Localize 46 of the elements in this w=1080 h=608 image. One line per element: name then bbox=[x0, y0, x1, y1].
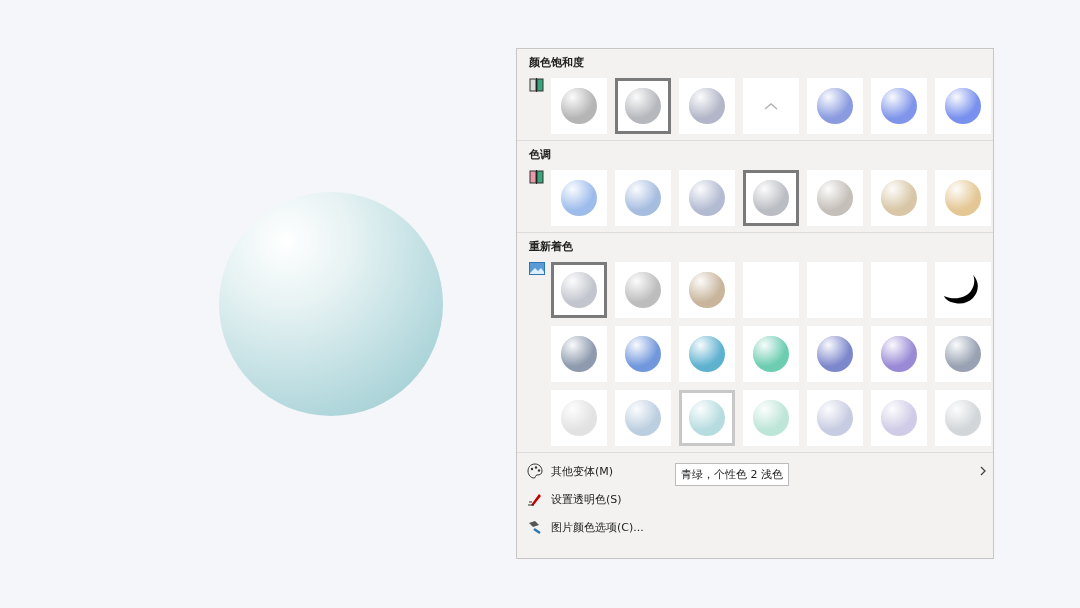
compare-icon bbox=[529, 170, 545, 184]
section-title: 颜色饱和度 bbox=[529, 55, 585, 70]
section-title: 色调 bbox=[529, 147, 552, 162]
color-option[interactable] bbox=[935, 390, 991, 446]
picture-icon bbox=[529, 262, 545, 276]
pen-icon bbox=[527, 491, 543, 507]
color-option[interactable] bbox=[679, 326, 735, 382]
color-option[interactable] bbox=[807, 170, 863, 226]
color-option[interactable] bbox=[615, 170, 671, 226]
color-option[interactable] bbox=[679, 170, 735, 226]
caret-icon bbox=[764, 102, 778, 110]
color-option[interactable] bbox=[615, 78, 671, 134]
color-option[interactable] bbox=[935, 170, 991, 226]
color-option[interactable] bbox=[935, 262, 991, 318]
menu-item[interactable]: 设置透明色(S) bbox=[527, 485, 628, 513]
tooltip: 青绿，个性色 2 浅色 bbox=[675, 463, 789, 486]
color-option[interactable] bbox=[871, 170, 927, 226]
color-option[interactable] bbox=[871, 78, 927, 134]
color-option[interactable] bbox=[807, 326, 863, 382]
color-option[interactable] bbox=[679, 262, 735, 318]
section-title: 重新着色 bbox=[529, 239, 574, 254]
compare-icon bbox=[529, 78, 545, 92]
color-option[interactable] bbox=[743, 326, 799, 382]
color-option[interactable] bbox=[871, 326, 927, 382]
color-option[interactable] bbox=[743, 170, 799, 226]
color-option[interactable] bbox=[871, 390, 927, 446]
color-option[interactable] bbox=[679, 78, 735, 134]
color-option[interactable] bbox=[935, 326, 991, 382]
menu-item[interactable]: 图片颜色选项(C)... bbox=[527, 513, 650, 541]
color-option[interactable] bbox=[551, 170, 607, 226]
color-option[interactable] bbox=[679, 390, 735, 446]
color-option[interactable] bbox=[551, 390, 607, 446]
color-option[interactable] bbox=[615, 326, 671, 382]
color-option[interactable] bbox=[551, 262, 607, 318]
color-option[interactable] bbox=[807, 390, 863, 446]
color-option[interactable] bbox=[807, 78, 863, 134]
color-option[interactable] bbox=[551, 326, 607, 382]
color-option[interactable] bbox=[743, 390, 799, 446]
color-option[interactable] bbox=[615, 262, 671, 318]
menu-item[interactable]: 其他变体(M) bbox=[527, 457, 620, 485]
color-option[interactable] bbox=[743, 78, 799, 134]
color-option[interactable] bbox=[551, 78, 607, 134]
brush-icon bbox=[527, 519, 543, 535]
color-option[interactable] bbox=[935, 78, 991, 134]
color-option[interactable] bbox=[615, 390, 671, 446]
palette-icon bbox=[527, 463, 543, 479]
